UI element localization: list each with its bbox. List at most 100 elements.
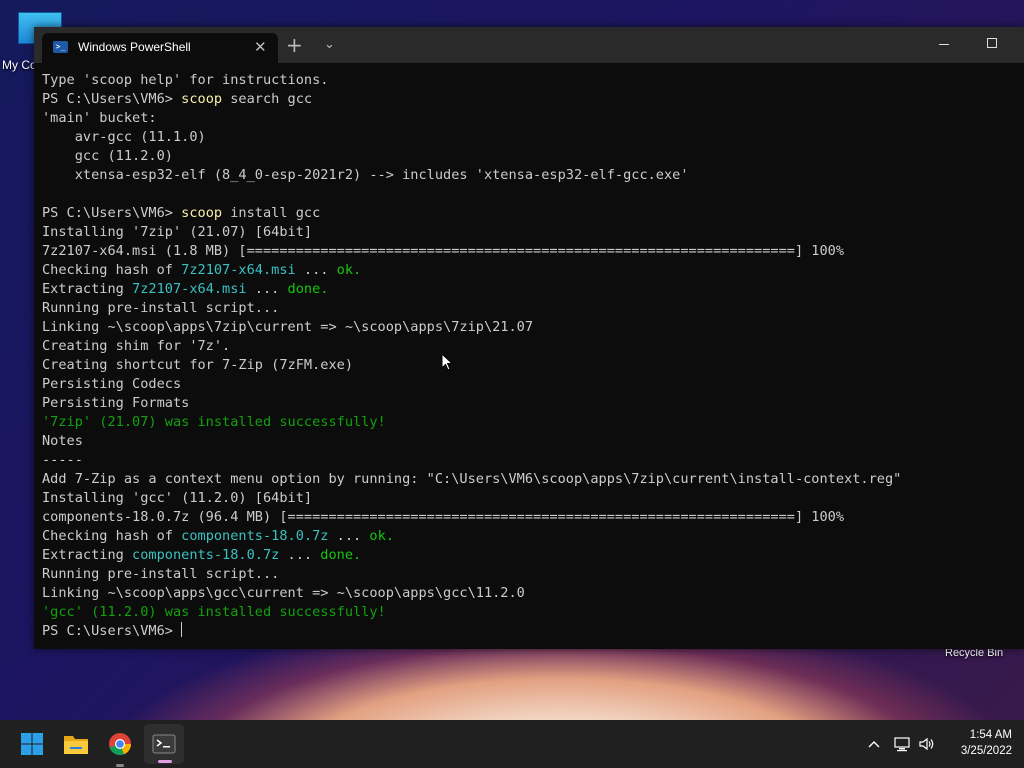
- terminal-text-segment: 7z2107-x64.msi (1.8 MB) [===============…: [42, 243, 845, 259]
- terminal-line: gcc (11.2.0): [42, 147, 1017, 166]
- terminal-line: PS C:\Users\VM6> scoop search gcc: [42, 90, 1017, 109]
- folder-icon: [64, 736, 88, 754]
- terminal-line: Notes: [42, 432, 1017, 451]
- terminal-line: xtensa-esp32-elf (8_4_0-esp-2021r2) --> …: [42, 166, 1017, 185]
- title-bar[interactable]: >_ Windows PowerShell ✕ + ⌄: [34, 27, 1024, 63]
- terminal-line: Extracting 7z2107-x64.msi ... done.: [42, 280, 1017, 299]
- terminal-line: 'gcc' (11.2.0) was installed successfull…: [42, 603, 1017, 622]
- terminal-text-segment: search gcc: [222, 91, 313, 107]
- chrome-button[interactable]: [100, 724, 140, 767]
- terminal-text-segment: PS C:\Users\VM6>: [42, 91, 182, 107]
- show-hidden-icons-chevron-icon[interactable]: [866, 736, 882, 752]
- minimize-button[interactable]: [934, 33, 954, 53]
- start-button[interactable]: [12, 724, 52, 764]
- terminal-line: 'main' bucket:: [42, 109, 1017, 128]
- volume-icon[interactable]: [918, 735, 936, 753]
- powershell-icon: >_: [53, 41, 68, 53]
- terminal-text-segment: 'main' bucket:: [42, 110, 157, 126]
- terminal-line: Linking ~\scoop\apps\gcc\current => ~\sc…: [42, 584, 1017, 603]
- terminal-line: Linking ~\scoop\apps\7zip\current => ~\s…: [42, 318, 1017, 337]
- tab-windows-powershell[interactable]: >_ Windows PowerShell ✕: [42, 33, 278, 63]
- terminal-text-segment: Add 7-Zip as a context menu option by ru…: [42, 471, 902, 487]
- terminal-line: Running pre-install script...: [42, 299, 1017, 318]
- terminal-button[interactable]: [144, 724, 184, 764]
- terminal-window: >_ Windows PowerShell ✕ + ⌄ Type 'scoop …: [34, 27, 1024, 649]
- running-indicator: [116, 764, 124, 767]
- new-tab-button[interactable]: +: [286, 35, 303, 55]
- prompt-line: PS C:\Users\VM6>: [42, 622, 1017, 641]
- terminal-line: Type 'scoop help' for instructions.: [42, 71, 1017, 90]
- text-cursor: [181, 622, 183, 637]
- terminal-text-segment: components-18.0.7z: [132, 547, 280, 563]
- terminal-text-segment: avr-gcc (11.1.0): [42, 129, 206, 145]
- terminal-line: Persisting Formats: [42, 394, 1017, 413]
- terminal-line: Checking hash of components-18.0.7z ... …: [42, 527, 1017, 546]
- terminal-text-segment: gcc (11.2.0): [42, 148, 173, 164]
- clock-time[interactable]: 1:54 AM: [940, 729, 1012, 741]
- terminal-text-segment: ...: [246, 281, 288, 297]
- terminal-text-segment: Extracting: [42, 281, 133, 297]
- terminal-text-segment: Installing 'gcc' (11.2.0) [64bit]: [42, 490, 313, 506]
- terminal-text-segment: ok.: [369, 528, 394, 544]
- terminal-text-segment: Type 'scoop help' for instructions.: [42, 72, 329, 88]
- terminal-text-segment: done.: [287, 281, 329, 297]
- terminal-text-segment: components-18.0.7z (96.4 MB) [==========…: [42, 509, 845, 525]
- terminal-text-segment: Linking ~\scoop\apps\7zip\current => ~\s…: [42, 319, 534, 335]
- chrome-icon: [109, 733, 132, 756]
- terminal-icon: [152, 734, 176, 754]
- mouse-pointer-icon: [441, 353, 453, 371]
- active-app-indicator: [158, 760, 172, 763]
- terminal-text-segment: Notes: [42, 433, 83, 449]
- terminal-text-segment: Checking hash of: [42, 262, 182, 278]
- terminal-text-segment: Extracting: [42, 547, 133, 563]
- terminal-line: Add 7-Zip as a context menu option by ru…: [42, 470, 1017, 489]
- terminal-text-segment: xtensa-esp32-elf (8_4_0-esp-2021r2) --> …: [42, 167, 689, 183]
- terminal-output[interactable]: Type 'scoop help' for instructions. PS C:…: [42, 71, 1017, 646]
- terminal-line: Checking hash of 7z2107-x64.msi ... ok.: [42, 261, 1017, 280]
- terminal-text-segment: '7zip' (21.07) was installed successfull…: [42, 414, 386, 430]
- terminal-line: -----: [42, 451, 1017, 470]
- terminal-line: Creating shortcut for 7-Zip (7zFM.exe): [42, 356, 1017, 375]
- terminal-line: Running pre-install script...: [42, 565, 1017, 584]
- terminal-line: 7z2107-x64.msi (1.8 MB) [===============…: [42, 242, 1017, 261]
- prompt-text: PS C:\Users\VM6>: [42, 623, 182, 639]
- terminal-line: Persisting Codecs: [42, 375, 1017, 394]
- terminal-line: Extracting components-18.0.7z ... done.: [42, 546, 1017, 565]
- terminal-line: PS C:\Users\VM6> scoop install gcc: [42, 204, 1017, 223]
- terminal-line: Installing 'gcc' (11.2.0) [64bit]: [42, 489, 1017, 508]
- terminal-line: components-18.0.7z (96.4 MB) [==========…: [42, 508, 1017, 527]
- terminal-text-segment: Creating shortcut for 7-Zip (7zFM.exe): [42, 357, 353, 373]
- clock-date[interactable]: 3/25/2022: [940, 745, 1012, 757]
- maximize-button[interactable]: [982, 33, 1002, 53]
- terminal-text-segment: Running pre-install script...: [42, 566, 280, 582]
- terminal-text-segment: Checking hash of: [42, 528, 182, 544]
- network-icon[interactable]: [893, 735, 911, 753]
- file-explorer-button[interactable]: [56, 724, 96, 764]
- close-tab-icon[interactable]: ✕: [254, 38, 267, 56]
- terminal-line: avr-gcc (11.1.0): [42, 128, 1017, 147]
- terminal-text-segment: ...: [295, 262, 337, 278]
- terminal-text-segment: 'gcc' (11.2.0) was installed successfull…: [42, 604, 386, 620]
- terminal-text-segment: components-18.0.7z: [181, 528, 329, 544]
- terminal-text-segment: ...: [279, 547, 321, 563]
- terminal-text-segment: install gcc: [222, 205, 321, 221]
- terminal-text-segment: Installing '7zip' (21.07) [64bit]: [42, 224, 313, 240]
- terminal-text-segment: ok.: [336, 262, 362, 278]
- terminal-text-segment: Persisting Codecs: [42, 376, 182, 392]
- terminal-text-segment: -----: [42, 452, 83, 468]
- tab-title: Windows PowerShell: [78, 40, 191, 54]
- terminal-text-segment: PS C:\Users\VM6>: [42, 205, 182, 221]
- terminal-text-segment: scoop: [181, 91, 223, 107]
- tab-dropdown-icon[interactable]: ⌄: [324, 37, 335, 53]
- terminal-text-segment: Running pre-install script...: [42, 300, 280, 316]
- terminal-text-segment: Linking ~\scoop\apps\gcc\current => ~\sc…: [42, 585, 525, 601]
- terminal-line: '7zip' (21.07) was installed successfull…: [42, 413, 1017, 432]
- terminal-text-segment: Persisting Formats: [42, 395, 190, 411]
- terminal-text-segment: done.: [320, 547, 362, 563]
- terminal-line: Creating shim for '7z'.: [42, 337, 1017, 356]
- terminal-text-segment: 7z2107-x64.msi: [132, 281, 247, 297]
- desktop-icon-label: My Co: [2, 58, 37, 72]
- terminal-text-segment: ...: [328, 528, 370, 544]
- terminal-text-segment: scoop: [181, 205, 223, 221]
